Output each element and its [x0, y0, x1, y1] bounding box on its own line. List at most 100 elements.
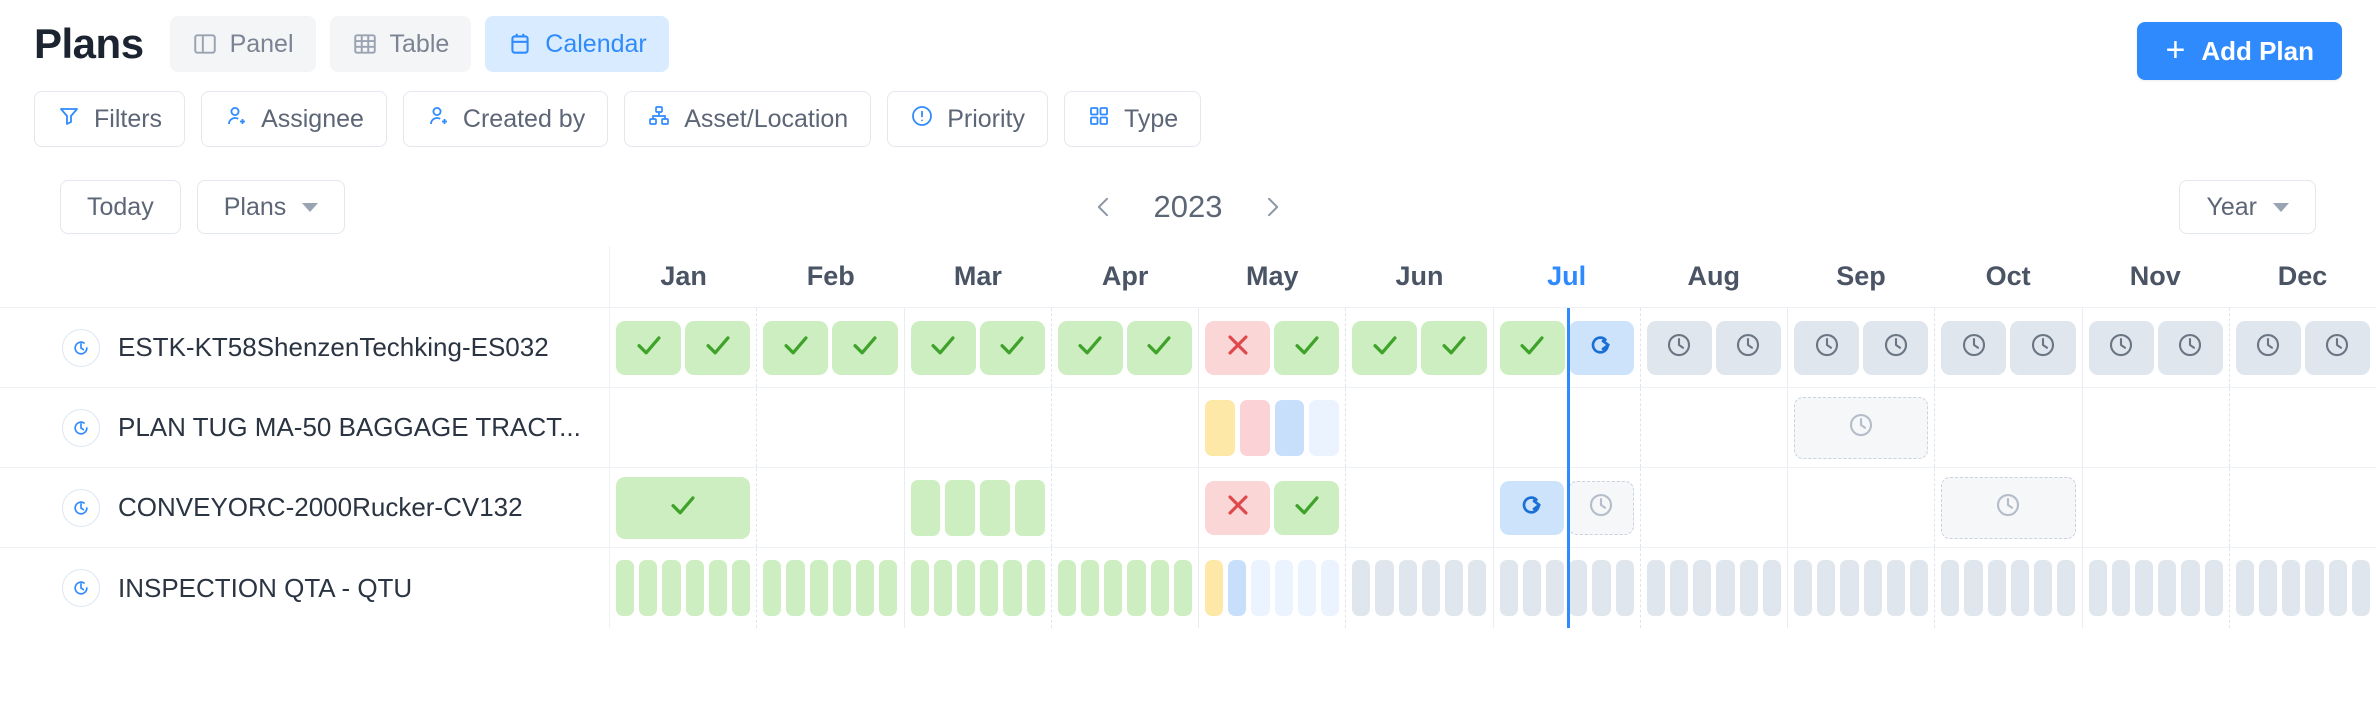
plan-occurrence-bar[interactable]: [1228, 560, 1247, 616]
plan-occurrence-done[interactable]: [910, 320, 976, 375]
month-cell-dec[interactable]: [2230, 468, 2376, 547]
month-cell-aug[interactable]: [1641, 388, 1788, 467]
month-cell-apr[interactable]: [1052, 548, 1199, 628]
assignee-button[interactable]: Assignee: [201, 91, 387, 147]
group-by-select[interactable]: Plans: [196, 180, 346, 234]
plan-occurrence-bar[interactable]: [2111, 560, 2130, 616]
plan-occurrence-bar[interactable]: [708, 560, 728, 616]
month-cell-dec[interactable]: [2230, 388, 2376, 467]
plan-occurrence-bar[interactable]: [616, 560, 635, 616]
plan-occurrence-bar[interactable]: [1794, 560, 1813, 616]
plan-occurrence-bar[interactable]: [2181, 560, 2200, 616]
plan-occurrence-bar[interactable]: [1569, 560, 1588, 616]
plan-occurrence-done[interactable]: [1274, 480, 1340, 535]
plan-occurrence-bar[interactable]: [763, 560, 782, 616]
plan-occurrence-scheduled[interactable]: [2157, 320, 2223, 375]
type-button[interactable]: Type: [1064, 91, 1202, 147]
plan-occurrence-bar[interactable]: [1321, 560, 1340, 616]
month-cell-jul[interactable]: [1494, 468, 1641, 547]
month-cell-mar[interactable]: [905, 548, 1052, 628]
plan-occurrence-done[interactable]: [616, 476, 751, 539]
plan-occurrence-bar[interactable]: [1964, 560, 1983, 616]
month-cell-feb[interactable]: [757, 548, 905, 628]
month-cell-jun[interactable]: [1346, 548, 1494, 628]
month-cell-jul[interactable]: [1494, 388, 1641, 467]
plan-occurrence-bar[interactable]: [1205, 560, 1224, 616]
plan-occurrence-bar[interactable]: [1669, 560, 1689, 616]
plan-occurrence-bar[interactable]: [910, 560, 929, 616]
plan-occurrence-done[interactable]: [832, 320, 898, 375]
month-cell-sep[interactable]: [1788, 388, 1936, 467]
plan-occurrence-missed[interactable]: [1205, 480, 1271, 535]
plan-occurrence-bar[interactable]: [2158, 560, 2177, 616]
month-cell-nov[interactable]: [2083, 468, 2230, 547]
month-cell-dec[interactable]: [2230, 548, 2376, 628]
month-cell-may[interactable]: [1199, 308, 1347, 387]
plan-occurrence-bar[interactable]: [1522, 560, 1541, 616]
plan-occurrence-missed[interactable]: [1205, 320, 1271, 375]
plan-occurrence-bar[interactable]: [1352, 560, 1371, 616]
plan-occurrence-done[interactable]: [1421, 320, 1487, 375]
asset-location-button[interactable]: Asset/Location: [624, 91, 872, 147]
period-select[interactable]: Year: [2179, 180, 2316, 234]
plan-occurrence-done[interactable]: [1057, 320, 1123, 375]
plan-occurrence-bar[interactable]: [2088, 560, 2107, 616]
plan-occurrence-pending[interactable]: [1794, 396, 1929, 459]
plan-occurrence-bar[interactable]: [1127, 560, 1146, 616]
plan-occurrence-bar[interactable]: [1104, 560, 1123, 616]
month-cell-jan[interactable]: [610, 548, 758, 628]
plan-occurrence-bar[interactable]: [1375, 560, 1394, 616]
month-cell-may[interactable]: [1199, 388, 1347, 467]
month-cell-jul[interactable]: [1494, 308, 1641, 387]
plan-occurrence-bar[interactable]: [2235, 560, 2254, 616]
plan-occurrence-bar[interactable]: [685, 560, 704, 616]
today-button[interactable]: Today: [60, 180, 181, 234]
plan-occurrence-done[interactable]: [1352, 320, 1418, 375]
tab-calendar[interactable]: Calendar: [485, 16, 669, 72]
plan-occurrence-done[interactable]: [685, 320, 751, 375]
prev-year-button[interactable]: [1090, 193, 1118, 221]
month-cell-sep[interactable]: [1788, 308, 1936, 387]
plan-occurrence-bar[interactable]: [1445, 560, 1464, 616]
plan-occurrence-bar[interactable]: [980, 560, 999, 616]
plan-occurrence-done[interactable]: [1499, 320, 1565, 375]
plan-occurrence-done[interactable]: [979, 320, 1045, 375]
plan-occurrence-in-progress[interactable]: [1499, 480, 1564, 535]
month-cell-apr[interactable]: [1052, 468, 1199, 547]
created-by-button[interactable]: Created by: [402, 91, 609, 147]
month-cell-dec[interactable]: [2230, 308, 2376, 387]
plan-row[interactable]: ESTK-KT58ShenzenTechking-ES032: [0, 308, 2376, 388]
plan-occurrence-done[interactable]: [616, 320, 682, 375]
plan-occurrence-bar[interactable]: [662, 560, 681, 616]
plan-occurrence-bar[interactable]: [1398, 560, 1417, 616]
next-year-button[interactable]: [1258, 193, 1286, 221]
plan-occurrence-done[interactable]: [763, 320, 829, 375]
plan-occurrence-done[interactable]: [1126, 320, 1192, 375]
plan-occurrence-bar[interactable]: [1941, 560, 1960, 616]
plan-occurrence-bar[interactable]: [1150, 560, 1169, 616]
plan-occurrence-bar[interactable]: [2258, 560, 2278, 616]
plan-occurrence-bar[interactable]: [832, 560, 852, 616]
plan-occurrence-bar[interactable]: [1421, 560, 1441, 616]
plan-occurrence-bar[interactable]: [1003, 560, 1022, 616]
plan-occurrence-bar[interactable]: [1817, 560, 1836, 616]
month-cell-may[interactable]: [1199, 548, 1347, 628]
plan-occurrence-scheduled[interactable]: [2304, 320, 2370, 375]
plan-occurrence-scheduled[interactable]: [1863, 320, 1929, 375]
plan-occurrence-pending[interactable]: [1941, 476, 2076, 539]
plan-occurrence-bar[interactable]: [2328, 560, 2347, 616]
plan-occurrence-bar[interactable]: [980, 479, 1010, 536]
plan-occurrence-done[interactable]: [1274, 320, 1340, 375]
priority-button[interactable]: Priority: [887, 91, 1049, 147]
month-cell-oct[interactable]: [1935, 468, 2083, 547]
month-cell-oct[interactable]: [1935, 548, 2083, 628]
plan-occurrence-bar[interactable]: [1987, 560, 2006, 616]
month-cell-jul[interactable]: [1494, 548, 1641, 628]
plan-occurrence-bar[interactable]: [2134, 560, 2154, 616]
plan-occurrence-bar[interactable]: [1910, 560, 1929, 616]
month-cell-sep[interactable]: [1788, 468, 1936, 547]
tab-table[interactable]: Table: [329, 16, 472, 72]
month-cell-feb[interactable]: [757, 468, 905, 547]
plan-occurrence-bar[interactable]: [2282, 560, 2301, 616]
month-cell-mar[interactable]: [905, 308, 1052, 387]
